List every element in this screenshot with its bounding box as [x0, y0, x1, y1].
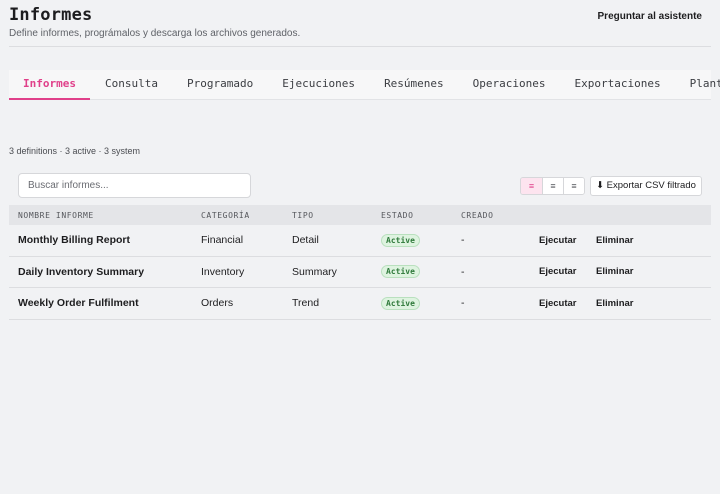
delete-button[interactable]: Eliminar [596, 266, 656, 277]
report-created: - [461, 265, 465, 278]
report-name: Weekly Order Fulfilment [18, 297, 139, 310]
page-title: Informes [9, 5, 93, 25]
table-row: Weekly Order Fulfilment Orders Trend Act… [9, 288, 711, 320]
table-row: Monthly Billing Report Financial Detail … [9, 225, 711, 257]
view-detail-icon[interactable]: ≡ [563, 178, 584, 194]
status-badge: Active [381, 296, 420, 310]
report-category: Inventory [201, 265, 245, 278]
tab-plantillas[interactable]: Plantillas [676, 70, 720, 100]
tab-bar: Informes Consulta Programado Ejecuciones… [9, 70, 720, 100]
tab-exportaciones[interactable]: Exportaciones [561, 70, 675, 100]
run-button[interactable]: Ejecutar [539, 298, 596, 309]
view-list-icon[interactable]: ≡ [521, 178, 542, 194]
table-header: NOMBRE INFORME CATEGORÍA TIPO ESTADO CRE… [9, 205, 711, 225]
tab-resumenes[interactable]: Resúmenes [370, 70, 458, 100]
report-name: Monthly Billing Report [18, 234, 130, 247]
view-compact-icon[interactable]: ≡ [542, 178, 563, 194]
delete-button[interactable]: Eliminar [596, 235, 656, 246]
run-button[interactable]: Ejecutar [539, 235, 596, 246]
report-created: - [461, 297, 465, 310]
view-toggle: ≡ ≡ ≡ [520, 177, 585, 195]
report-name: Daily Inventory Summary [18, 265, 145, 278]
delete-button[interactable]: Eliminar [596, 298, 656, 309]
table-row: Daily Inventory Summary Inventory Summar… [9, 257, 711, 288]
reports-table: NOMBRE INFORME CATEGORÍA TIPO ESTADO CRE… [9, 205, 711, 320]
column-header-status: ESTADO [381, 210, 414, 220]
column-header-name: NOMBRE INFORME [18, 210, 94, 220]
header-divider [9, 46, 711, 47]
report-created: - [461, 234, 465, 247]
export-csv-button[interactable]: ⬇ Exportar CSV filtrado [590, 176, 702, 196]
report-category: Orders [201, 297, 234, 310]
summary-counts: 3 definitions · 3 active · 3 system [9, 146, 141, 156]
status-cell: Active [381, 233, 461, 247]
tab-operaciones[interactable]: Operaciones [459, 70, 560, 100]
column-header-type: TIPO [292, 210, 314, 220]
column-header-category: CATEGORÍA [201, 210, 250, 220]
search-input[interactable] [18, 173, 251, 198]
report-category: Financial [201, 234, 244, 247]
status-cell: Active [381, 265, 461, 279]
ask-assistant-button[interactable]: Preguntar al asistente [598, 11, 702, 22]
tab-ejecuciones[interactable]: Ejecuciones [268, 70, 369, 100]
status-badge: Active [381, 233, 420, 247]
report-type: Summary [292, 265, 337, 278]
tab-programado[interactable]: Programado [173, 70, 267, 100]
tab-informes[interactable]: Informes [9, 70, 90, 100]
report-type: Trend [292, 297, 320, 310]
run-button[interactable]: Ejecutar [539, 266, 596, 277]
column-header-created: CREADO [461, 210, 494, 220]
status-cell: Active [381, 296, 461, 310]
status-badge: Active [381, 265, 420, 279]
report-type: Detail [292, 234, 319, 247]
page-subtitle: Define informes, prográmalos y descarga … [9, 28, 301, 39]
tab-consulta[interactable]: Consulta [91, 70, 172, 100]
